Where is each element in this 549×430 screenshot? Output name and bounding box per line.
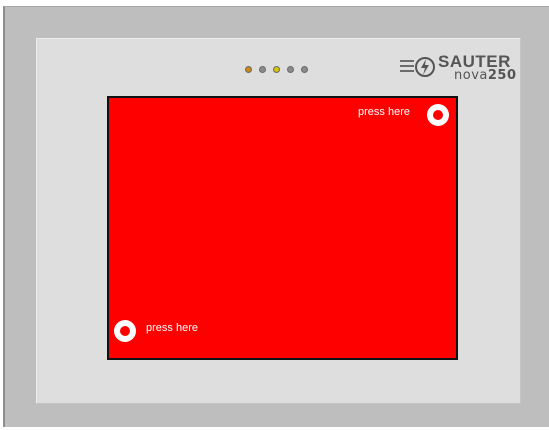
status-leds [245, 66, 308, 74]
press-here-label-top: press here [358, 106, 410, 118]
status-led-3 [273, 66, 280, 73]
status-led-5 [301, 66, 308, 73]
calibration-screen[interactable] [107, 96, 458, 360]
sauter-logo-icon [415, 57, 435, 77]
model-number: 250 [487, 68, 517, 83]
calibration-target-top-right[interactable] [427, 104, 449, 126]
status-led-4 [287, 66, 294, 73]
logo-lines-icon [400, 60, 414, 75]
calibration-target-bottom-left[interactable] [114, 320, 136, 342]
status-led-2 [259, 66, 266, 73]
model-prefix: nova [454, 68, 488, 83]
brand-logo: SAUTER nova250 [400, 52, 516, 86]
press-here-label-bottom: press here [146, 322, 198, 334]
model-name: nova250 [454, 69, 517, 83]
status-led-1 [245, 66, 252, 73]
